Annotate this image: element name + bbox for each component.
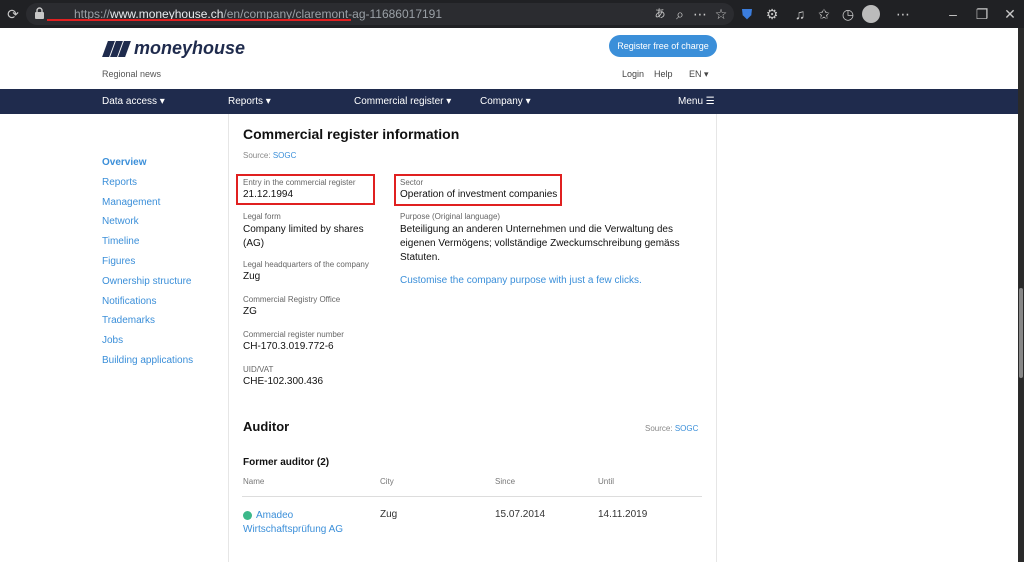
legal-form-value: Company limited by shares (AG) (243, 224, 364, 249)
auditor-until: 14.11.2019 (598, 509, 648, 520)
office-value: ZG (243, 306, 257, 317)
web-page: moneyhouse Regional news Register free o… (0, 28, 1018, 562)
purpose-value: Beteiligung an anderen Unternehmen und d… (400, 224, 680, 263)
sidebar-item-timeline[interactable]: Timeline (102, 236, 193, 256)
media-icon[interactable]: ♫ (790, 4, 810, 24)
sidebar-item-trademarks[interactable]: Trademarks (102, 315, 193, 335)
sector-label: Sector (400, 178, 424, 187)
hq-label: Legal headquarters of the company (243, 260, 369, 269)
help-link[interactable]: Help (654, 69, 673, 79)
reload-icon[interactable]: ⟳ (3, 4, 23, 24)
more-options-icon[interactable]: ⋯ (690, 4, 710, 24)
sidebar-item-overview[interactable]: Overview (102, 157, 193, 177)
favorites-icon[interactable]: ✩ (814, 4, 834, 24)
language-selector[interactable]: EN ▾ (689, 69, 709, 80)
sidebar-item-notifications[interactable]: Notifications (102, 296, 193, 316)
uid-value: CHE-102.300.436 (243, 376, 324, 387)
number-value: CH-170.3.019.772-6 (243, 341, 334, 352)
office-label: Commercial Registry Office (243, 295, 341, 304)
scrollbar-thumb[interactable] (1019, 288, 1023, 378)
entry-label: Entry in the commercial register (243, 178, 356, 187)
url-highlight-underline (47, 19, 351, 21)
auditor-name-link[interactable]: Amadeo Wirtschaftsprüfung AG (243, 509, 363, 537)
zoom-icon[interactable]: ⌕ (670, 4, 690, 24)
login-link[interactable]: Login (622, 69, 644, 79)
column-header-name: Name (243, 477, 265, 486)
sidebar-item-ownership-structure[interactable]: Ownership structure (102, 276, 193, 296)
favorite-star-icon[interactable]: ☆ (711, 4, 731, 24)
uid-label: UID/VAT (243, 365, 274, 374)
register-button[interactable]: Register free of charge (609, 35, 717, 57)
number-label: Commercial register number (243, 330, 344, 339)
sector-value: Operation of investment companies (400, 189, 558, 200)
main-navbar: Data access ▾ Reports ▾ Commercial regis… (0, 89, 1018, 114)
minimize-icon[interactable]: – (943, 4, 963, 24)
close-icon[interactable]: ✕ (1000, 4, 1020, 24)
sidebar-item-reports[interactable]: Reports (102, 177, 193, 197)
hq-value: Zug (243, 271, 261, 282)
auditor-title: Auditor (243, 419, 290, 434)
menu-dots-icon[interactable]: ⋯ (893, 4, 913, 24)
address-bar[interactable]: https://www.moneyhouse.ch/en/company/cla… (26, 3, 734, 25)
customise-purpose-link[interactable]: Customise the company purpose with just … (400, 275, 642, 286)
purpose-label: Purpose (Original language) (400, 212, 501, 221)
lock-icon (35, 7, 44, 19)
auditor-city: Zug (380, 509, 398, 520)
logo-mark-icon (102, 40, 131, 57)
sidebar-item-jobs[interactable]: Jobs (102, 335, 193, 355)
auditor-source-link[interactable]: SOGC (675, 424, 699, 433)
column-header-until: Until (598, 477, 615, 486)
entry-value: 21.12.1994 (243, 189, 294, 200)
nav-company[interactable]: Company ▾ (480, 96, 531, 107)
avatar[interactable] (862, 5, 880, 23)
section-title: Commercial register information (243, 126, 460, 142)
sidebar-item-figures[interactable]: Figures (102, 256, 193, 276)
nav-commercial-register[interactable]: Commercial register ▾ (354, 96, 451, 107)
browser-toolbar: ⟳ https://www.moneyhouse.ch/en/company/c… (0, 0, 1024, 28)
auditor-source-label: Source: (645, 424, 673, 433)
nav-menu[interactable]: Menu ☰ (678, 96, 715, 107)
auditor-since: 15.07.2014 (495, 509, 546, 520)
sidebar-item-building-applications[interactable]: Building applications (102, 355, 193, 375)
sidebar-nav: Overview Reports Management Network Time… (102, 157, 193, 375)
column-header-city: City (380, 477, 394, 486)
logo-text: moneyhouse (134, 38, 246, 58)
moneyhouse-logo[interactable]: moneyhouse (102, 38, 245, 59)
source-label: Source: (243, 151, 271, 160)
shield-extension-icon[interactable]: ⛊ (737, 4, 757, 24)
page-scrollbar[interactable] (1018, 28, 1024, 562)
sidebar-item-network[interactable]: Network (102, 216, 193, 236)
sidebar-item-management[interactable]: Management (102, 197, 193, 217)
table-divider (242, 496, 702, 497)
history-icon[interactable]: ◷ (838, 4, 858, 24)
former-auditor-title: Former auditor (2) (243, 457, 330, 468)
auditor-source-line: Source: SOGC (645, 424, 698, 433)
source-line: Source: SOGC (243, 151, 296, 160)
nav-data-access[interactable]: Data access ▾ (102, 96, 165, 107)
regional-news-link[interactable]: Regional news (102, 69, 161, 79)
column-header-since: Since (495, 477, 516, 486)
nav-reports[interactable]: Reports ▾ (228, 96, 271, 107)
source-link[interactable]: SOGC (273, 151, 297, 160)
restore-icon[interactable]: ❐ (972, 4, 992, 24)
translate-icon[interactable]: あ (650, 4, 670, 24)
extensions-icon[interactable]: ⚙ (762, 4, 782, 24)
legal-form-label: Legal form (243, 212, 281, 221)
